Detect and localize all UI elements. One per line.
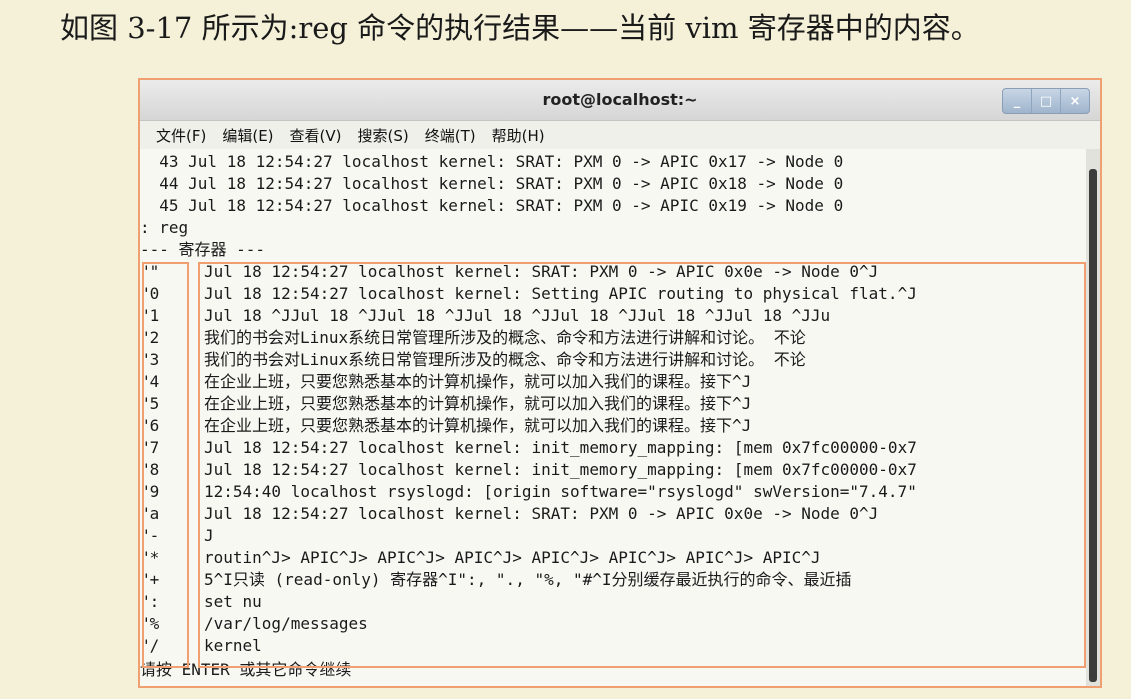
register-content: Jul 18 12:54:27 localhost kernel: init_m… xyxy=(204,438,917,457)
register-content: 5^I只读 (read-only) 寄存器^I":, "., "%, "#^I分… xyxy=(204,570,852,589)
register-name: "2 xyxy=(140,328,160,347)
register-content: 我们的书会对Linux系统日常管理所涉及的概念、命令和方法进行讲解和讨论。 不论 xyxy=(204,328,806,347)
register-name: "8 xyxy=(140,460,160,479)
register-name: "a xyxy=(140,504,160,523)
register-name: "* xyxy=(140,548,160,567)
continue-prompt: 请按 ENTER 或其它命令继续 xyxy=(140,660,352,679)
menu-edit[interactable]: 编辑(E) xyxy=(222,125,273,146)
figure-caption: 如图 3-17 所示为:reg 命令的执行结果——当前 vim 寄存器中的内容。 xyxy=(60,11,980,45)
register-content: Jul 18 12:54:27 localhost kernel: SRAT: … xyxy=(204,504,879,523)
log-line: 44 Jul 18 12:54:27 localhost kernel: SRA… xyxy=(140,174,844,193)
menu-help[interactable]: 帮助(H) xyxy=(492,125,545,146)
register-content: Jul 18 12:54:27 localhost kernel: init_m… xyxy=(204,460,917,479)
minimize-icon[interactable]: _ xyxy=(1003,89,1032,113)
register-content: Jul 18 ^JJul 18 ^JJul 18 ^JJul 18 ^JJul … xyxy=(204,306,831,325)
menu-terminal[interactable]: 终端(T) xyxy=(425,125,476,146)
register-content: set nu xyxy=(204,592,262,611)
register-content: /var/log/messages xyxy=(204,614,368,633)
log-line: 43 Jul 18 12:54:27 localhost kernel: SRA… xyxy=(140,152,844,171)
register-content: 在企业上班，只要您熟悉基本的计算机操作，就可以加入我们的课程。接下^J xyxy=(204,372,752,391)
register-content: J xyxy=(204,526,214,545)
register-content: 在企业上班，只要您熟悉基本的计算机操作，就可以加入我们的课程。接下^J xyxy=(204,416,752,435)
register-name: "/ xyxy=(140,636,160,655)
title-bar[interactable]: root@localhost:~ _ □ × xyxy=(140,80,1100,121)
window-title: root@localhost:~ xyxy=(542,90,698,109)
register-name: "1 xyxy=(140,306,160,325)
window-controls: _ □ × xyxy=(1002,88,1090,114)
register-name: "7 xyxy=(140,438,160,457)
register-name: "6 xyxy=(140,416,160,435)
register-name: "5 xyxy=(140,394,160,413)
menu-bar: 文件(F) 编辑(E) 查看(V) 搜索(S) 终端(T) 帮助(H) xyxy=(140,121,1100,149)
register-name: "% xyxy=(140,614,160,633)
terminal-output[interactable]: 43 Jul 18 12:54:27 localhost kernel: SRA… xyxy=(140,149,1086,686)
command-line: : reg xyxy=(140,218,189,237)
scrollbar-thumb[interactable] xyxy=(1089,169,1097,682)
register-name: "9 xyxy=(140,482,160,501)
register-name: "- xyxy=(140,526,160,545)
register-name: "0 xyxy=(140,284,160,303)
register-name: "" xyxy=(140,262,160,281)
register-content: 12:54:40 localhost rsyslogd: [origin sof… xyxy=(204,482,917,501)
registers-header: --- 寄存器 --- xyxy=(140,240,266,259)
log-line: 45 Jul 18 12:54:27 localhost kernel: SRA… xyxy=(140,196,844,215)
register-name: ": xyxy=(140,592,160,611)
register-name: "3 xyxy=(140,350,160,369)
register-content: 我们的书会对Linux系统日常管理所涉及的概念、命令和方法进行讲解和讨论。 不论 xyxy=(204,350,806,369)
register-content: 在企业上班，只要您熟悉基本的计算机操作，就可以加入我们的课程。接下^J xyxy=(204,394,752,413)
terminal-window[interactable]: root@localhost:~ _ □ × 文件(F) 编辑(E) 查看(V)… xyxy=(138,78,1102,688)
register-name: "4 xyxy=(140,372,160,391)
register-content: Jul 18 12:54:27 localhost kernel: Settin… xyxy=(204,284,917,303)
register-content: routin^J> APIC^J> APIC^J> APIC^J> APIC^J… xyxy=(204,548,821,567)
scrollbar[interactable] xyxy=(1086,149,1100,686)
close-icon[interactable]: × xyxy=(1061,89,1089,113)
register-content: Jul 18 12:54:27 localhost kernel: SRAT: … xyxy=(204,262,879,281)
menu-view[interactable]: 查看(V) xyxy=(290,125,342,146)
menu-file[interactable]: 文件(F) xyxy=(156,125,206,146)
register-content: kernel xyxy=(204,636,262,655)
register-name: "+ xyxy=(140,570,160,589)
menu-search[interactable]: 搜索(S) xyxy=(358,125,409,146)
maximize-icon[interactable]: □ xyxy=(1032,89,1061,113)
